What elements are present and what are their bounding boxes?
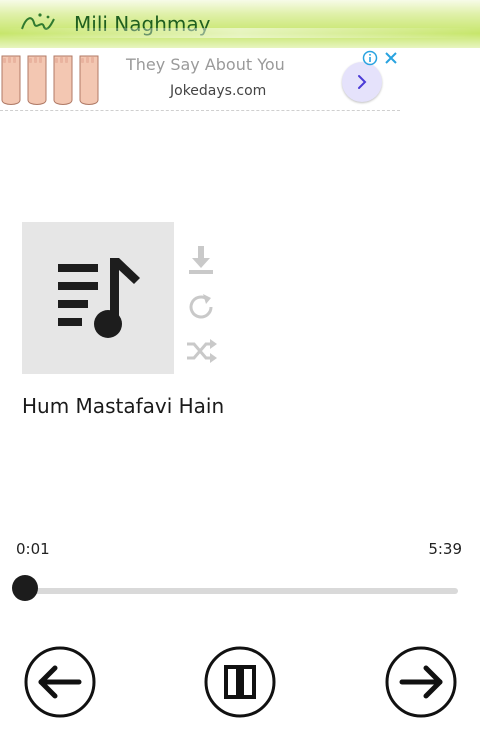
previous-button[interactable] (23, 645, 97, 719)
ad-next-button[interactable] (342, 62, 382, 102)
app-bar: Mili Naghmay (0, 0, 480, 48)
playlist-music-icon (58, 258, 140, 338)
song-title: Hum Mastafavi Hain (22, 394, 225, 418)
app-title: Mili Naghmay (74, 12, 211, 36)
ad-banner[interactable]: They Say About You Jokedays.com (0, 48, 400, 111)
ad-url[interactable]: Jokedays.com (170, 83, 266, 99)
chevron-right-icon (358, 75, 367, 89)
ad-headline[interactable]: They Say About You (126, 55, 285, 74)
next-button[interactable] (384, 645, 458, 719)
total-time: 5:39 (428, 540, 462, 558)
album-art (22, 222, 174, 374)
repeat-icon[interactable] (184, 290, 218, 324)
feet-image-icon (1, 55, 99, 105)
ad-image[interactable] (0, 50, 104, 108)
seek-thumb[interactable] (12, 575, 39, 601)
ad-info-icon[interactable] (362, 50, 378, 66)
pause-button[interactable] (203, 645, 277, 719)
app-logo-icon (21, 13, 55, 30)
ad-close-icon[interactable] (383, 50, 399, 66)
download-icon[interactable] (184, 244, 218, 278)
current-time: 0:01 (16, 540, 50, 558)
app-logo (20, 9, 56, 37)
seek-bar[interactable] (24, 588, 458, 594)
shuffle-icon[interactable] (184, 334, 218, 368)
